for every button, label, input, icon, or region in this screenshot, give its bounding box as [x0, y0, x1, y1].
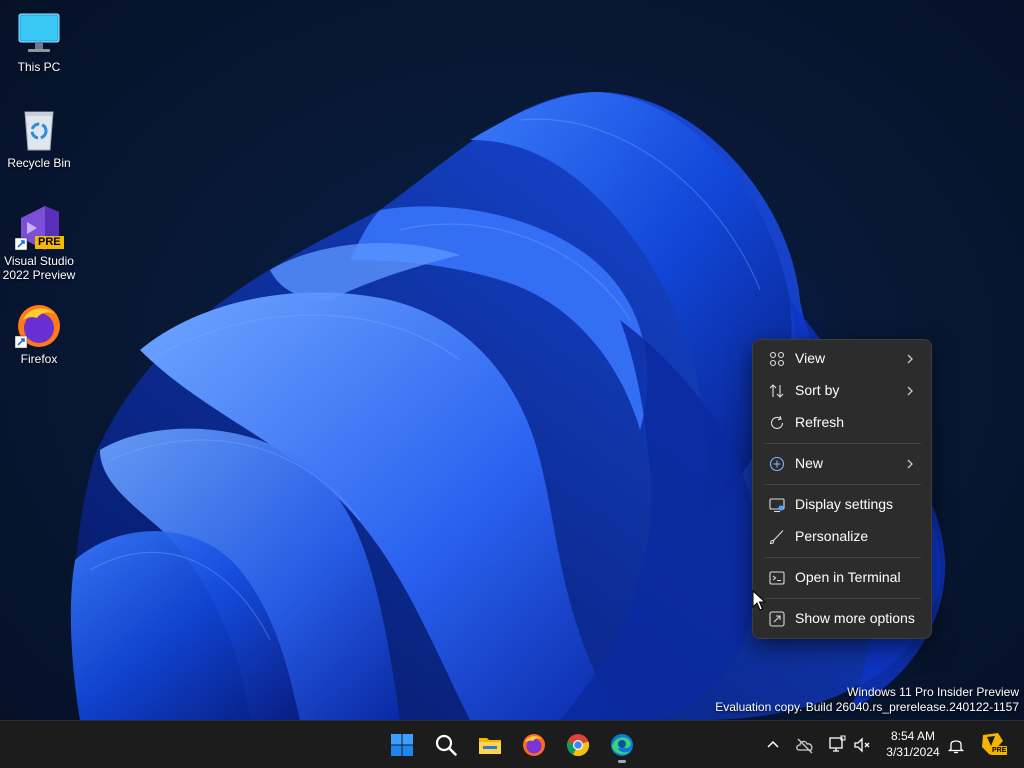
pre-badge: PRE	[35, 236, 64, 249]
watermark-line2: Evaluation copy. Build 26040.rs_prerelea…	[715, 700, 1019, 714]
desktop-icon-recycle-bin[interactable]: Recycle Bin	[0, 106, 78, 170]
chevron-right-icon	[907, 354, 913, 364]
taskbar-file-explorer[interactable]	[474, 729, 506, 761]
menu-item-show-more-options[interactable]: Show more options	[757, 604, 927, 634]
network-icon[interactable]	[827, 735, 847, 755]
evaluation-watermark: Windows 11 Pro Insider Preview Evaluatio…	[715, 685, 1019, 715]
start-button[interactable]	[386, 729, 418, 761]
brush-icon	[769, 530, 784, 545]
show-hidden-icons-chevron-icon[interactable]	[763, 735, 783, 755]
terminal-icon	[769, 571, 785, 585]
menu-separator	[765, 484, 921, 485]
insider-preview-tray-icon[interactable]: PRE	[980, 731, 1008, 759]
taskbar-search-button[interactable]	[430, 729, 462, 761]
taskbar-edge[interactable]	[606, 729, 638, 763]
menu-item-open-in-terminal[interactable]: Open in Terminal	[757, 563, 927, 593]
menu-item-label: Open in Terminal	[795, 569, 901, 585]
volume-muted-icon[interactable]	[853, 735, 873, 755]
menu-separator	[765, 443, 921, 444]
pre-badge: PRE	[991, 746, 1008, 755]
search-icon	[435, 734, 457, 756]
mouse-cursor-icon	[752, 590, 766, 611]
taskbar-chrome[interactable]	[562, 729, 594, 761]
menu-item-label: Sort by	[795, 382, 840, 398]
more-options-icon	[769, 611, 785, 627]
desktop-icon-label: This PC	[17, 60, 61, 74]
desktop-context-menu: View Sort by Refresh New Display setting…	[752, 339, 932, 639]
menu-separator	[765, 557, 921, 558]
menu-separator	[765, 598, 921, 599]
onedrive-offline-icon[interactable]	[795, 735, 815, 755]
monitor-icon	[15, 10, 63, 58]
menu-item-label: New	[795, 455, 824, 471]
menu-item-label: Personalize	[795, 528, 869, 544]
firefox-icon	[14, 302, 63, 350]
watermark-line1: Windows 11 Pro Insider Preview	[847, 685, 1019, 699]
menu-item-label: Show more options	[795, 610, 915, 626]
firefox-icon	[523, 734, 545, 756]
menu-item-label: Display settings	[795, 496, 894, 512]
taskbar: 8:54 AM 3/31/2024 PRE	[0, 720, 1024, 768]
active-app-indicator	[618, 760, 626, 763]
menu-item-new[interactable]: New	[757, 449, 927, 479]
menu-item-label: View	[795, 350, 826, 366]
chrome-icon	[566, 734, 590, 757]
sort-icon	[769, 384, 784, 398]
desktop[interactable]: This PC Recycle Bin PRE Visual Studio 20…	[0, 0, 1024, 720]
taskbar-firefox[interactable]	[518, 729, 550, 761]
desktop-icon-label: Recycle Bin	[7, 156, 71, 170]
start-icon	[391, 734, 413, 756]
file-explorer-icon	[479, 738, 501, 754]
notification-bell-icon[interactable]	[946, 735, 966, 755]
desktop-icon-label-line2: 2022 Preview	[2, 268, 76, 282]
edge-icon	[611, 734, 633, 756]
desktop-icon-this-pc[interactable]: This PC	[0, 10, 78, 74]
menu-item-label: Refresh	[795, 414, 845, 430]
desktop-icon-visual-studio[interactable]: PRE Visual Studio 2022 Preview	[0, 204, 78, 282]
recycle-bin-icon	[15, 106, 63, 154]
menu-item-personalize[interactable]: Personalize	[757, 522, 927, 552]
chevron-right-icon	[907, 386, 913, 396]
desktop-icon-label-line1: Visual Studio	[4, 254, 74, 268]
chevron-right-icon	[907, 459, 913, 469]
display-settings-icon	[769, 498, 785, 513]
desktop-icon-firefox[interactable]: Firefox	[0, 302, 78, 366]
clock-date: 3/31/2024	[886, 745, 940, 759]
clock-time: 8:54 AM	[890, 729, 936, 743]
menu-item-view[interactable]: View	[757, 344, 927, 374]
plus-circle-icon	[769, 456, 785, 472]
menu-item-refresh[interactable]: Refresh	[757, 408, 927, 438]
desktop-icon-label: Firefox	[20, 352, 58, 366]
menu-item-sort-by[interactable]: Sort by	[757, 376, 927, 406]
visual-studio-icon: PRE	[14, 204, 64, 252]
refresh-icon	[770, 415, 784, 429]
grid-icon	[769, 351, 785, 367]
taskbar-clock[interactable]: 8:54 AM 3/31/2024	[878, 728, 948, 760]
menu-item-display-settings[interactable]: Display settings	[757, 490, 927, 520]
